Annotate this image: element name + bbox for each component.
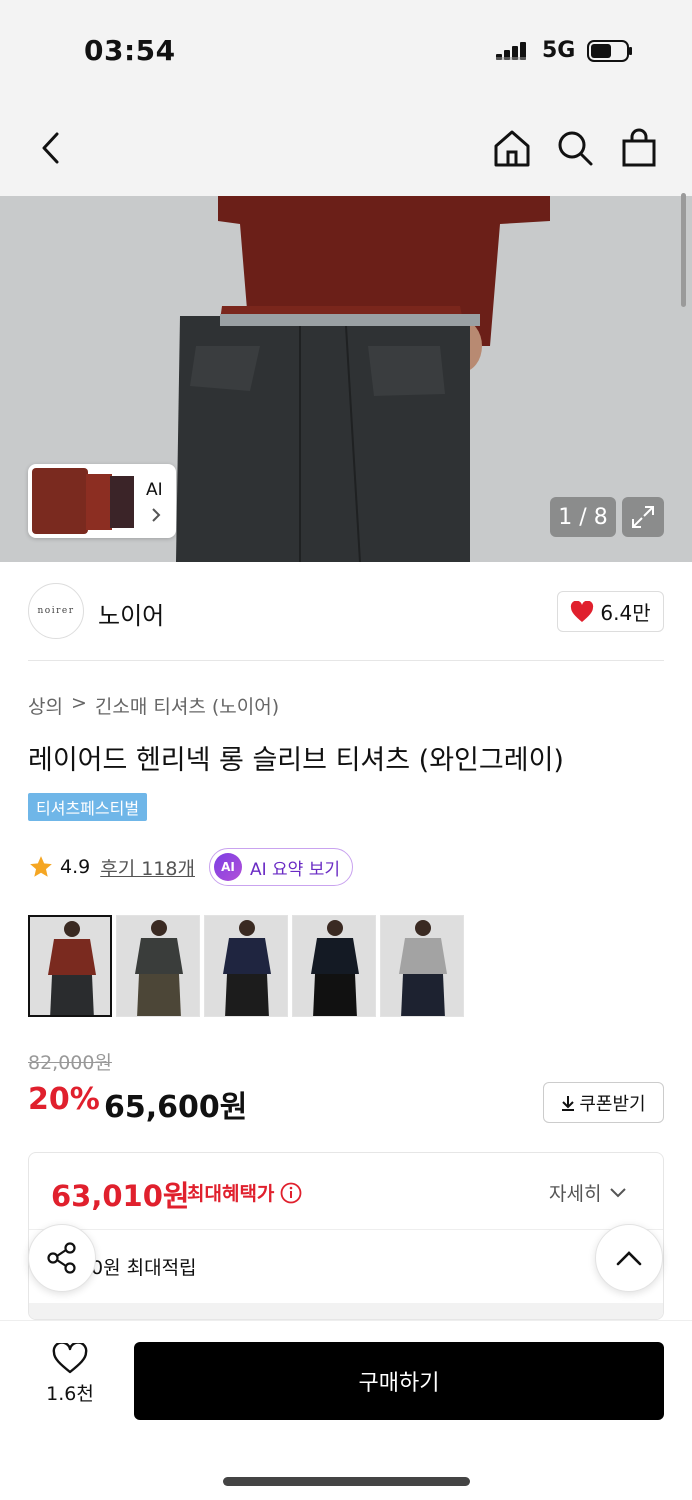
expand-button[interactable] (622, 497, 664, 537)
heart-icon (52, 1343, 88, 1374)
breadcrumb-category[interactable]: 상의 (28, 692, 63, 719)
signal-icon (496, 42, 526, 60)
chevron-down-icon (610, 1187, 627, 1197)
chevron-up-icon (616, 1251, 642, 1266)
wishlist-count: 1.6천 (46, 1383, 94, 1405)
chevron-right-icon (152, 508, 161, 522)
battery-icon (587, 40, 632, 62)
discount-rate: 20% (28, 1082, 100, 1117)
max-points: 0원 최대적립 (91, 1257, 197, 1279)
coupon-label: 쿠폰받기 (579, 1093, 646, 1115)
home-icon (494, 130, 530, 167)
detail-label: 자세히 (549, 1183, 602, 1205)
ai-summary-button[interactable]: AI AI 요약 보기 (208, 848, 353, 886)
color-thumbnail (30, 917, 110, 1015)
detail-toggle[interactable]: 자세히 (549, 1179, 627, 1206)
bottom-bar: 1.6천 구매하기 (0, 1320, 692, 1500)
lookbook-thumb (110, 476, 134, 528)
scroll-indicator (681, 193, 686, 307)
star-icon (30, 856, 52, 877)
network-label: 5G (542, 38, 576, 63)
nav-bar (0, 100, 692, 196)
max-benefit-price: 63,010원 (51, 1179, 190, 1213)
home-button[interactable] (490, 126, 534, 170)
search-icon (558, 131, 593, 166)
shopping-bag-icon (622, 128, 656, 167)
promo-badge[interactable]: 티셔츠페스티벌 (28, 793, 148, 821)
home-indicator (223, 1477, 470, 1486)
brand-name[interactable]: 노이어 (98, 596, 164, 631)
download-icon (562, 1095, 575, 1111)
color-option-gray[interactable] (380, 915, 464, 1017)
status-time: 03:54 (84, 34, 176, 67)
coupon-button[interactable]: 쿠폰받기 (543, 1082, 664, 1123)
color-thumbnail (293, 916, 375, 1016)
share-icon (47, 1242, 76, 1274)
color-thumbnail (381, 916, 463, 1016)
product-title: 레이어드 헨리넥 롱 슬리브 티셔츠 (와인그레이) (28, 745, 564, 776)
lookbook-thumb (32, 468, 88, 534)
scroll-top-button[interactable] (595, 1224, 663, 1292)
max-benefit-text: 최대혜택가 (187, 1183, 275, 1205)
ai-lookbook-card[interactable]: AI (28, 464, 176, 538)
color-option-wine[interactable] (28, 915, 112, 1017)
lookbook-thumb (86, 474, 112, 530)
benefit-box: 63,010원 최대혜택가 자세히 0원 최대적립 (28, 1152, 664, 1320)
ai-label: AI (146, 480, 163, 500)
heart-filled-icon (571, 600, 594, 622)
image-counter: 1 / 8 (550, 497, 616, 537)
brand-like-count: 6.4만 (600, 601, 651, 625)
color-thumbnail (205, 916, 287, 1016)
divider (29, 1229, 663, 1230)
ai-badge-icon: AI (213, 853, 242, 881)
brand-logo[interactable]: noirer (28, 583, 84, 639)
rating-row: 4.9 후기 118개 AI AI 요약 보기 (28, 848, 353, 886)
breadcrumb-subcategory[interactable]: 긴소매 티셔츠 (노이어) (95, 692, 279, 719)
sale-price: 65,600원 (104, 1090, 248, 1125)
back-icon (42, 132, 59, 164)
color-options (28, 915, 464, 1017)
ai-summary-label: AI 요약 보기 (249, 859, 340, 880)
color-option-charcoal[interactable] (116, 915, 200, 1017)
expand-icon (632, 506, 654, 528)
review-link[interactable]: 후기 118개 (100, 854, 195, 881)
buy-button[interactable]: 구매하기 (134, 1342, 664, 1420)
back-button[interactable] (28, 126, 72, 170)
breadcrumb-separator: > (70, 692, 87, 714)
section-divider (29, 1303, 663, 1319)
rating-value: 4.9 (60, 856, 91, 878)
breadcrumb: 상의 > 긴소매 티셔츠 (노이어) (28, 692, 279, 719)
color-option-navy[interactable] (204, 915, 288, 1017)
color-option-black[interactable] (292, 915, 376, 1017)
original-price: 82,000원 (28, 1052, 112, 1074)
max-benefit-label: 최대혜택가 (187, 1179, 302, 1206)
search-button[interactable] (553, 126, 597, 170)
color-thumbnail (117, 916, 199, 1016)
divider (28, 660, 664, 661)
info-icon[interactable] (280, 1182, 302, 1204)
cart-button[interactable] (617, 126, 661, 170)
brand-like-button[interactable]: 6.4만 (557, 591, 664, 632)
wishlist-button[interactable]: 1.6천 (34, 1343, 106, 1406)
share-button[interactable] (28, 1224, 96, 1292)
